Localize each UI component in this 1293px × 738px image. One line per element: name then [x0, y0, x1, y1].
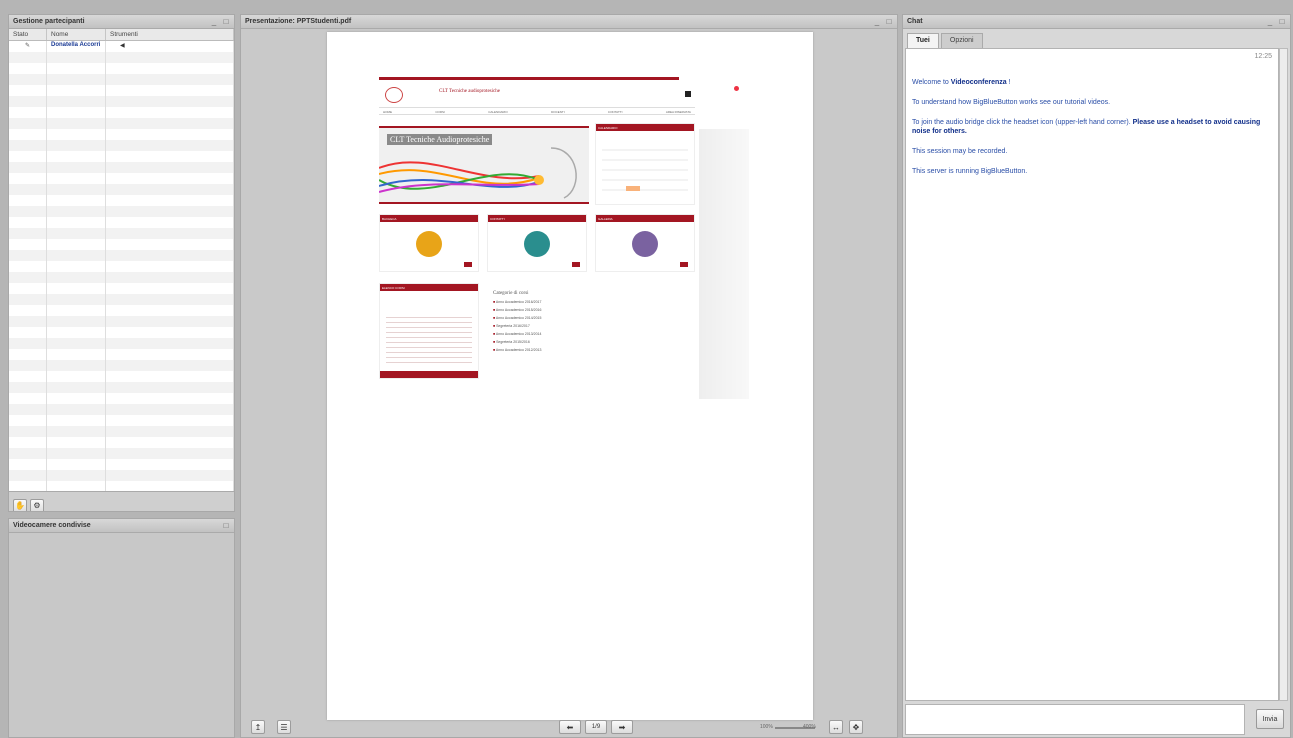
participants-list: ✎ Donatella Accorri ◀ [9, 41, 234, 491]
maximize-icon[interactable]: □ [222, 521, 230, 530]
fit-width-button[interactable]: ↔ [829, 720, 843, 734]
chat-message: To understand how BigBlueButton works se… [912, 99, 1111, 106]
webcams-titlebar: Videocamere condivise □ [9, 519, 234, 533]
chat-messages: 12:25 Welcome to Videoconferenza ! To un… [905, 48, 1279, 701]
presenter-icon: ✎ [9, 41, 47, 52]
message-timestamp: 12:25 [1254, 53, 1272, 60]
prev-slide-button[interactable]: ⬅ [559, 720, 581, 734]
chat-message: Welcome to Videoconferenza ! [912, 79, 1011, 86]
minimize-icon[interactable]: _ [210, 17, 218, 26]
arrow-left-icon: ⬅ [566, 722, 574, 732]
settings-button[interactable]: ⚙ [30, 498, 44, 511]
zoom-min-label: 100% [760, 724, 773, 730]
col-nome[interactable]: Nome [47, 29, 106, 40]
move-icon: ✥ [852, 722, 860, 732]
slide-canvas[interactable]: CLT Tecniche audioprotesiche HOME CORSI CA… [327, 32, 813, 720]
participants-panel: Gestione partecipanti _ □ Stato Nome Stru… [8, 14, 235, 512]
col-stato[interactable]: Stato [9, 29, 47, 40]
chat-title: Chat [907, 18, 923, 25]
slide-banner: CLT Tecniche Audioprotesiche [379, 126, 589, 204]
slide-header-title: CLT Tecniche audioprotesiche [439, 89, 500, 94]
slide-box-galleria: GALLERIA [595, 214, 695, 272]
chat-message: To join the audio bridge click the heads… [912, 119, 1261, 135]
slide-categories: Categorie di corsi ■ Anno Accademico 201… [493, 291, 542, 352]
zoom-max-label: 400% [803, 724, 816, 730]
chat-scrollbar[interactable] [1279, 48, 1288, 701]
maximize-icon[interactable]: □ [885, 17, 893, 26]
col-strumenti[interactable]: Strumenti [106, 29, 234, 40]
chat-panel: Chat _ □ Tuei Opzioni 12:25 Welcome to Vi… [902, 14, 1291, 738]
page-number[interactable]: 1/9 [585, 720, 607, 734]
slide-courses: ELENCO CORSI [379, 283, 479, 379]
participants-title: Gestione partecipanti [13, 18, 85, 25]
raise-hand-button[interactable]: ✋ [13, 498, 27, 511]
chat-input[interactable] [905, 704, 1245, 735]
participants-header: Stato Nome Strumenti [9, 29, 234, 41]
chat-message: This server is running BigBlueButton. [912, 168, 1028, 175]
webcams-title: Videocamere condivise [13, 522, 91, 529]
slide-menu: HOME CORSI CALENDARIO DOCENTI CONTATTI AREA R… [379, 107, 695, 115]
participant-name: Donatella Accorri [47, 41, 106, 52]
presentation-title: Presentazione: PPTStudenti.pdf [245, 18, 352, 25]
maximize-icon[interactable]: □ [1278, 17, 1286, 26]
logo-icon [385, 87, 403, 103]
send-button[interactable]: Invia [1256, 709, 1284, 729]
upload-button[interactable]: ↥ [251, 720, 265, 734]
minimize-icon[interactable]: _ [873, 17, 881, 26]
slide-content: CLT Tecniche audioprotesiche HOME CORSI CA… [379, 77, 759, 399]
slide-calendar: CALENDARIO [595, 123, 695, 205]
fit-page-button[interactable]: ✥ [849, 720, 863, 734]
minimize-icon[interactable]: _ [1266, 17, 1274, 26]
presentation-panel: Presentazione: PPTStudenti.pdf _ □ CLT Te… [240, 14, 898, 738]
arrow-right-icon: ➡ [618, 722, 626, 732]
table-row[interactable]: ✎ Donatella Accorri ◀ [9, 41, 234, 52]
upload-icon: ↥ [254, 722, 262, 732]
chat-message: This session may be recorded. [912, 148, 1008, 155]
presentation-titlebar: Presentazione: PPTStudenti.pdf _ □ [241, 15, 897, 29]
maximize-icon[interactable]: □ [222, 17, 230, 26]
slides-list-button[interactable]: ☰ [277, 720, 291, 734]
chat-titlebar: Chat _ □ [903, 15, 1290, 29]
next-slide-button[interactable]: ➡ [611, 720, 633, 734]
slide-box-bacheca: BACHECA [379, 214, 479, 272]
tab-options[interactable]: Opzioni [940, 33, 983, 48]
list-icon: ☰ [280, 722, 288, 732]
tab-public[interactable]: Tuei [907, 33, 939, 48]
participants-toolbar: ✋ ⚙ [9, 491, 234, 511]
gear-icon: ⚙ [33, 501, 41, 510]
chat-tabs: Tuei Opzioni [903, 29, 1290, 48]
speaker-icon[interactable]: ◀ [106, 41, 234, 52]
fit-width-icon: ↔ [832, 722, 840, 732]
participants-titlebar: Gestione partecipanti _ □ [9, 15, 234, 29]
search-icon [685, 91, 691, 97]
slide-box-contatti: CONTATTI [487, 214, 587, 272]
webcams-panel: Videocamere condivise □ [8, 518, 235, 738]
presentation-toolbar: ↥ ☰ ⬅ 1/9 ➡ 100% 400% ↔ ✥ [241, 717, 897, 737]
